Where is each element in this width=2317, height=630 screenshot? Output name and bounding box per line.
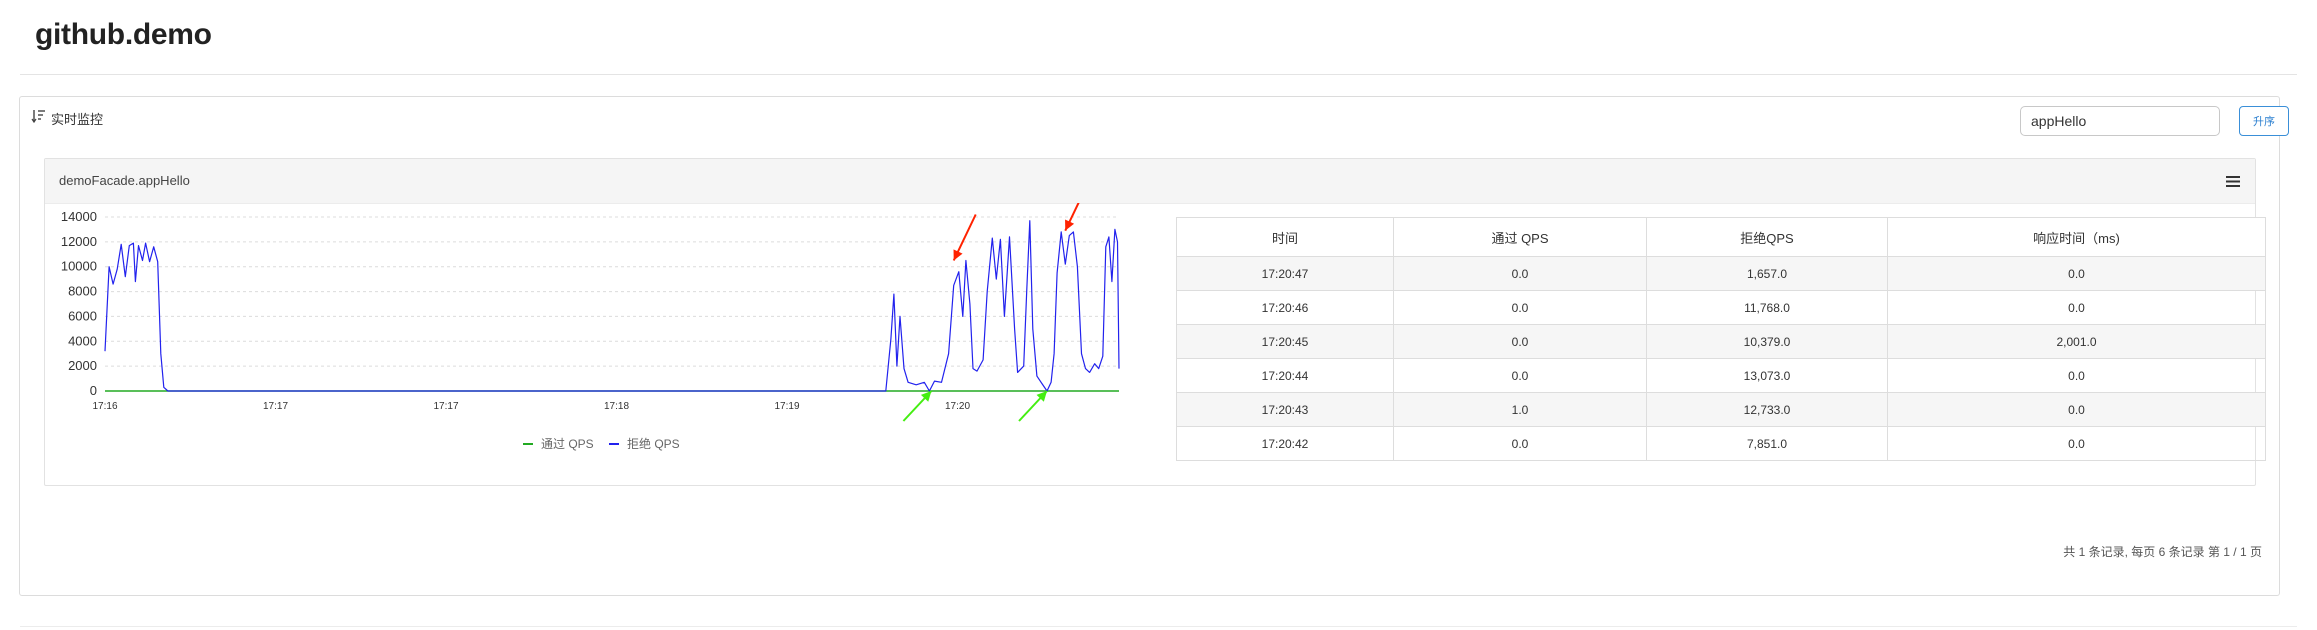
cell-response-time: 0.0 [1887,392,2266,427]
y-tick-label: 10000 [61,259,97,274]
annotation-arrow [902,390,933,422]
cell-time: 17:20:43 [1176,392,1394,427]
column-header-time[interactable]: 时间 [1176,217,1394,257]
cell-time: 17:20:44 [1176,358,1394,393]
metrics-table: 时间 通过 QPS 拒绝QPS 响应时间（ms) 17:20:47 0.0 1,… [1176,217,2266,461]
cell-pass-qps: 1.0 [1393,392,1647,427]
card-title: demoFacade.appHello [59,173,190,188]
table-row: 17:20:45 0.0 10,379.0 2,001.0 [1176,324,2266,359]
x-tick-label: 17:18 [604,401,629,412]
cell-time: 17:20:42 [1176,426,1394,461]
sort-ascending-button[interactable]: 升序 [2239,106,2289,136]
y-tick-label: 0 [90,383,97,398]
cell-response-time: 2,001.0 [1887,324,2266,359]
cell-block-qps: 10,379.0 [1646,324,1888,359]
y-tick-label: 4000 [68,333,97,348]
bottom-divider [20,626,2297,627]
cell-time: 17:20:45 [1176,324,1394,359]
x-tick-label: 17:17 [263,401,288,412]
cell-pass-qps: 0.0 [1393,426,1647,461]
cell-block-qps: 11,768.0 [1646,290,1888,325]
app-title: github.demo [35,18,212,51]
y-tick-label: 12000 [61,234,97,249]
hamburger-menu-icon[interactable] [2225,175,2241,188]
table-header-row: 时间 通过 QPS 拒绝QPS 响应时间（ms) [1176,217,2266,257]
column-header-response-time[interactable]: 响应时间（ms) [1887,217,2266,257]
panel-header-label: 实时监控 [51,112,104,127]
table-row: 17:20:47 0.0 1,657.0 0.0 [1176,256,2266,291]
x-tick-label: 17:19 [774,401,799,412]
legend-pass-qps: 通过 QPS [541,437,594,451]
cell-response-time: 0.0 [1887,256,2266,291]
block-qps-line [104,220,1120,392]
cell-response-time: 0.0 [1887,358,2266,393]
cell-pass-qps: 0.0 [1393,358,1647,393]
pagination-info: 共 1 条记录, 每页 6 条记录 第 1 / 1 页 [2063,545,2262,559]
x-tick-label: 17:16 [92,401,117,412]
column-header-pass-qps[interactable]: 通过 QPS [1393,217,1647,257]
qps-line-chart: 0 2000 4000 6000 8000 10000 12000 14000 17:16 17:… [61,203,1120,451]
y-tick-label: 2000 [68,358,97,373]
cell-pass-qps: 0.0 [1393,324,1647,359]
table-row: 17:20:43 1.0 12,733.0 0.0 [1176,392,2266,427]
legend-block-qps: 拒绝 QPS [627,436,680,451]
column-header-block-qps[interactable]: 拒绝QPS [1646,217,1888,257]
table-row: 17:20:42 0.0 7,851.0 0.0 [1176,426,2266,461]
cell-pass-qps: 0.0 [1393,290,1647,325]
cell-block-qps: 7,851.0 [1646,426,1888,461]
monitor-panel: 实时监控 升序 demoFacade.appHello 0 2000 4000 600… [19,96,2289,596]
resource-card: demoFacade.appHello 0 2000 4000 6000 8000 100… [44,158,2266,486]
cell-block-qps: 13,073.0 [1646,358,1888,393]
annotation-arrow [952,214,977,261]
x-tick-label: 17:20 [945,401,970,412]
cell-response-time: 0.0 [1887,426,2266,461]
sort-lines-icon [31,110,45,124]
search-input[interactable] [2020,106,2220,136]
table-row: 17:20:46 0.0 11,768.0 0.0 [1176,290,2266,325]
cell-block-qps: 12,733.0 [1646,392,1888,427]
cell-pass-qps: 0.0 [1393,256,1647,291]
y-tick-label: 6000 [68,308,97,323]
x-tick-label: 17:17 [433,401,458,412]
title-divider [20,74,2297,75]
y-tick-label: 14000 [61,209,97,224]
y-tick-label: 8000 [68,284,97,299]
card-header: demoFacade.appHello [45,159,2255,204]
table-row: 17:20:44 0.0 13,073.0 0.0 [1176,358,2266,393]
cell-time: 17:20:47 [1176,256,1394,291]
cell-response-time: 0.0 [1887,290,2266,325]
cell-time: 17:20:46 [1176,290,1394,325]
annotation-arrow [1018,390,1048,422]
cell-block-qps: 1,657.0 [1646,256,1888,291]
